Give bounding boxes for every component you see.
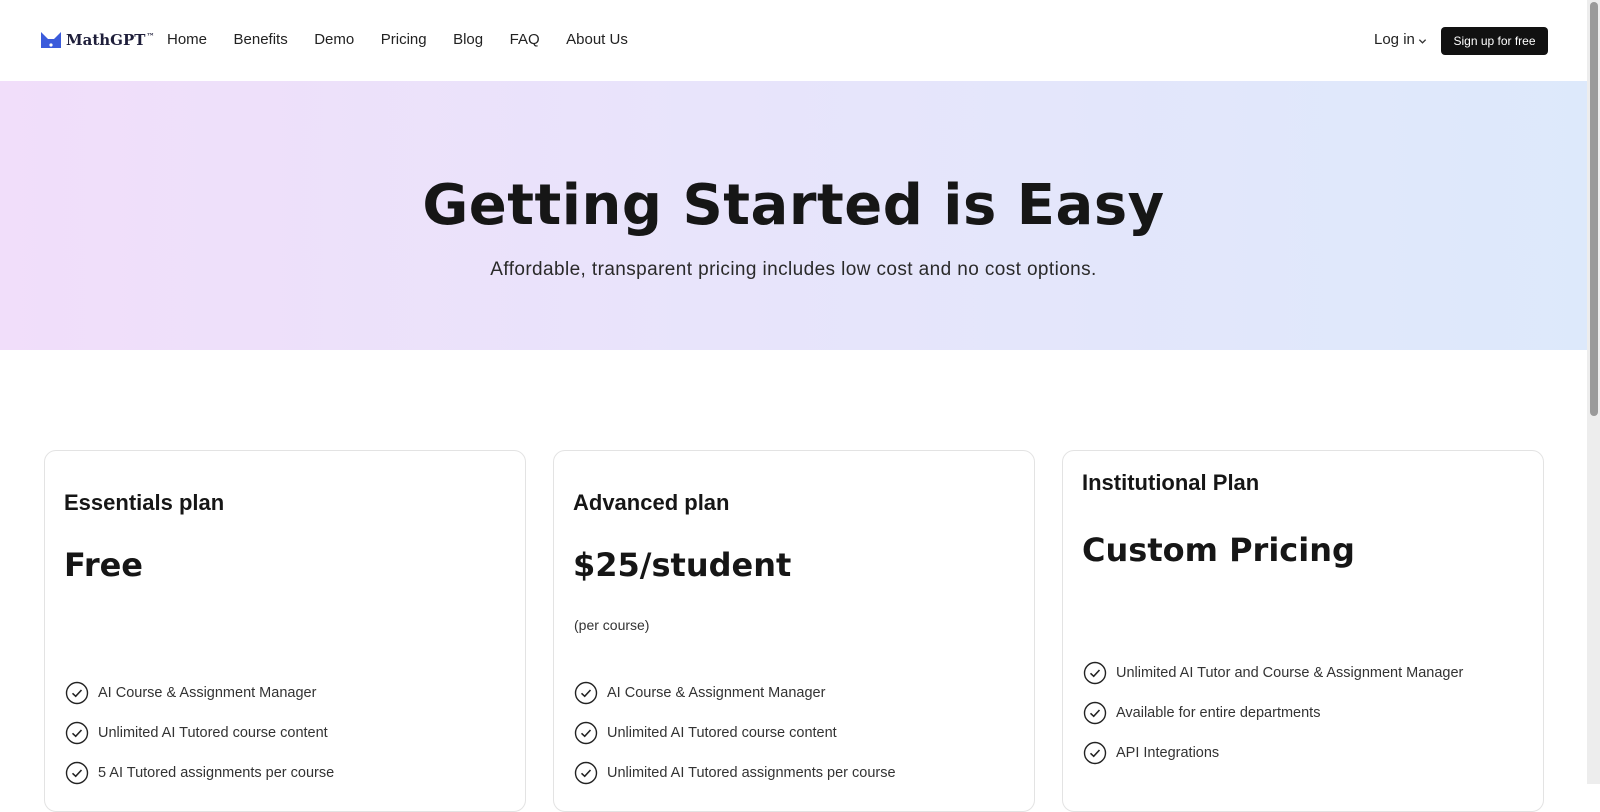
plan-price: $25/student xyxy=(573,546,792,584)
feature-list: AI Course & Assignment Manager Unlimited… xyxy=(65,673,334,793)
plan-price: Free xyxy=(64,546,143,584)
check-circle-icon xyxy=(1083,661,1107,685)
feature-text: API Integrations xyxy=(1116,745,1220,761)
feature-text: 5 AI Tutored assignments per course xyxy=(98,765,335,781)
plan-title: Advanced plan xyxy=(573,490,730,515)
plan-price-note: (per course) xyxy=(574,617,650,633)
feature-item: Unlimited AI Tutor and Course & Assignme… xyxy=(1083,653,1463,693)
plan-price: Custom Pricing xyxy=(1082,531,1355,569)
check-circle-icon xyxy=(574,681,598,705)
brand-name: MathGPT™ xyxy=(66,31,155,49)
check-circle-icon xyxy=(65,681,89,705)
login-label: Log in xyxy=(1374,31,1415,48)
nav-link-blog[interactable]: Blog xyxy=(453,31,483,48)
nav-link-about-us[interactable]: About Us xyxy=(566,31,628,48)
feature-item: Unlimited AI Tutored course content xyxy=(574,713,896,753)
feature-item: Unlimited AI Tutored assignments per cou… xyxy=(574,753,896,793)
pricing-card-institutional: Institutional Plan Custom Pricing Unlimi… xyxy=(1062,450,1544,812)
signup-button[interactable]: Sign up for free xyxy=(1441,27,1548,55)
brand-logo[interactable]: MathGPT™ xyxy=(40,30,154,50)
check-circle-icon xyxy=(1083,741,1107,765)
plan-title: Institutional Plan xyxy=(1082,470,1260,495)
check-circle-icon xyxy=(65,721,89,745)
nav-links: Home Benefits Demo Pricing Blog FAQ Abou… xyxy=(167,31,654,48)
feature-text: Unlimited AI Tutor and Course & Assignme… xyxy=(1116,665,1464,681)
chevron-down-icon xyxy=(1418,38,1427,44)
feature-item: Unlimited AI Tutored course content xyxy=(65,713,334,753)
check-circle-icon xyxy=(574,761,598,785)
pricing-card-advanced: Advanced plan $25/student (per course) A… xyxy=(553,450,1035,812)
nav-link-faq[interactable]: FAQ xyxy=(510,31,540,48)
mathgpt-logo-icon xyxy=(41,32,61,48)
feature-item: Available for entire departments xyxy=(1083,693,1463,733)
nav-link-benefits[interactable]: Benefits xyxy=(234,31,288,48)
nav-link-pricing[interactable]: Pricing xyxy=(381,31,427,48)
feature-item: API Integrations xyxy=(1083,733,1463,773)
hero-title: Getting Started is Easy xyxy=(422,173,1165,238)
feature-item: AI Course & Assignment Manager xyxy=(65,673,334,713)
nav-link-home[interactable]: Home xyxy=(167,31,207,48)
check-circle-icon xyxy=(574,721,598,745)
feature-item: AI Course & Assignment Manager xyxy=(574,673,896,713)
hero-section: Getting Started is Easy Affordable, tran… xyxy=(0,81,1587,350)
check-circle-icon xyxy=(65,761,89,785)
feature-item: 5 AI Tutored assignments per course xyxy=(65,753,334,793)
hero-subtitle: Affordable, transparent pricing includes… xyxy=(490,259,1097,280)
nav-link-demo[interactable]: Demo xyxy=(314,31,354,48)
top-navbar: MathGPT™ Home Benefits Demo Pricing Blog… xyxy=(0,0,1587,81)
login-dropdown[interactable]: Log in xyxy=(1374,31,1427,48)
plan-title: Essentials plan xyxy=(64,490,225,515)
check-circle-icon xyxy=(1083,701,1107,725)
pricing-card-essentials: Essentials plan Free AI Course & Assignm… xyxy=(44,450,526,812)
feature-list: AI Course & Assignment Manager Unlimited… xyxy=(574,673,896,793)
feature-text: AI Course & Assignment Manager xyxy=(98,685,317,701)
feature-list: Unlimited AI Tutor and Course & Assignme… xyxy=(1083,653,1463,773)
feature-text: Unlimited AI Tutored assignments per cou… xyxy=(607,765,896,781)
feature-text: Available for entire departments xyxy=(1116,705,1321,721)
feature-text: Unlimited AI Tutored course content xyxy=(98,725,328,741)
vertical-scrollbar[interactable] xyxy=(1587,0,1600,784)
scrollbar-thumb[interactable] xyxy=(1590,2,1598,416)
feature-text: AI Course & Assignment Manager xyxy=(607,685,826,701)
feature-text: Unlimited AI Tutored course content xyxy=(607,725,837,741)
